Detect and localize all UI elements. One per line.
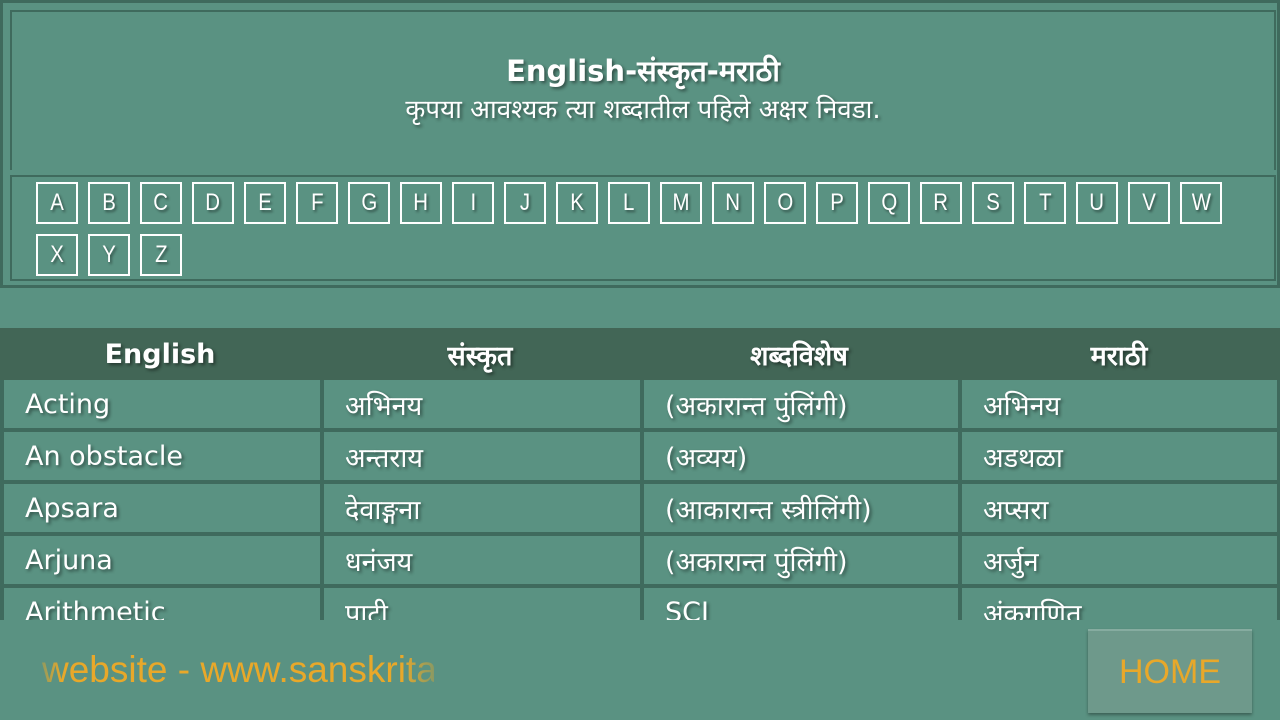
letter-label: M — [672, 189, 690, 216]
letter-button-f[interactable]: F — [296, 182, 338, 224]
cell-english: Arithmetic — [4, 588, 320, 620]
column-header-marathi: मराठी — [1090, 340, 1148, 372]
alphabet-panel: A B C D E F G H I J K L M N O P Q R S T U V W X Y Z — [0, 170, 1280, 288]
cell-marathi: अंकगणित — [962, 588, 1277, 620]
letter-button-v[interactable]: V — [1128, 182, 1170, 224]
cell-word-type: (अकारान्त पुंलिंगी) — [644, 380, 958, 428]
letter-label: S — [986, 189, 1000, 216]
letter-label: K — [570, 189, 584, 216]
letter-label: H — [413, 189, 429, 216]
table-row[interactable]: Apsara देवाङ्गना (आकारान्त स्त्रीलिंगी) अप्… — [0, 484, 1280, 536]
letter-button-l[interactable]: L — [608, 182, 650, 224]
letter-label: U — [1089, 189, 1105, 216]
cell-english: Acting — [4, 380, 320, 428]
table-header: English संस्कृत शब्दविशेष मराठी — [0, 328, 1280, 380]
cell-word-type: (अकारान्त पुंलिंगी) — [644, 536, 958, 584]
letter-button-z[interactable]: Z — [140, 234, 182, 276]
instruction-text: कृपया आवश्यक त्या शब्दातील पहिले अक्षर न… — [405, 94, 881, 125]
letter-label: O — [777, 189, 793, 216]
letter-label: P — [830, 189, 844, 216]
letter-label: I — [470, 189, 476, 216]
cell-english: An obstacle — [4, 432, 320, 480]
letter-button-b[interactable]: B — [88, 182, 130, 224]
table-row[interactable]: Acting अभिनय (अकारान्त पुंलिंगी) अभिनय — [0, 380, 1280, 432]
letter-label: F — [310, 189, 324, 216]
letter-label: E — [258, 189, 272, 216]
column-header-word-type: शब्दविशेष — [750, 340, 848, 372]
cell-word-type: (आकारान्त स्त्रीलिंगी) — [644, 484, 958, 532]
letter-label: C — [153, 189, 169, 216]
footer: website - www.sanskritabharati.in HOME — [0, 620, 1280, 720]
letter-button-n[interactable]: N — [712, 182, 754, 224]
letter-label: T — [1038, 189, 1052, 216]
letter-label: X — [50, 241, 64, 268]
website-marquee[interactable]: website - www.sanskritabharati.in — [42, 645, 434, 695]
dictionary-table: English संस्कृत शब्दविशेष मराठी Acting अभ… — [0, 328, 1280, 620]
letter-label: Y — [102, 241, 116, 268]
cell-marathi: अडथळा — [962, 432, 1277, 480]
table-body[interactable]: Acting अभिनय (अकारान्त पुंलिंगी) अभिनय An ob… — [0, 380, 1280, 620]
table-row[interactable]: Arjuna धनंजय (अकारान्त पुंलिंगी) अर्जुन — [0, 536, 1280, 588]
letter-label: B — [102, 189, 116, 216]
letter-label: R — [933, 189, 949, 216]
letter-button-y[interactable]: Y — [88, 234, 130, 276]
table-row[interactable]: Arithmetic पाटी SCI अंकगणित — [0, 588, 1280, 620]
letter-label: G — [361, 189, 377, 216]
letter-label: W — [1191, 189, 1211, 216]
letter-button-q[interactable]: Q — [868, 182, 910, 224]
letter-button-t[interactable]: T — [1024, 182, 1066, 224]
letter-label: N — [725, 189, 741, 216]
column-header-sanskrit: संस्कृत — [447, 340, 513, 372]
alphabet-inner: A B C D E F G H I J K L M N O P Q R S T U V W X Y Z — [10, 175, 1276, 281]
letter-label: V — [1142, 189, 1156, 216]
letter-button-j[interactable]: J — [504, 182, 546, 224]
letter-button-o[interactable]: O — [764, 182, 806, 224]
letter-label: L — [623, 189, 635, 216]
letter-button-g[interactable]: G — [348, 182, 390, 224]
cell-marathi: अप्सरा — [962, 484, 1277, 532]
cell-marathi: अर्जुन — [962, 536, 1277, 584]
cell-sanskrit: पाटी — [324, 588, 640, 620]
letter-label: Z — [154, 241, 168, 268]
letter-button-r[interactable]: R — [920, 182, 962, 224]
header-inner: English-संस्कृत-मराठी कृपया आवश्यक त्या … — [10, 10, 1276, 173]
letter-button-i[interactable]: I — [452, 182, 494, 224]
cell-word-type: (अव्यय) — [644, 432, 958, 480]
letter-button-w[interactable]: W — [1180, 182, 1222, 224]
column-header-english: English — [104, 338, 216, 370]
letter-button-a[interactable]: A — [36, 182, 78, 224]
letter-button-x[interactable]: X — [36, 234, 78, 276]
letter-label: Q — [881, 189, 897, 216]
letter-label: J — [519, 189, 531, 216]
cell-word-type: SCI — [644, 588, 958, 620]
cell-english: Apsara — [4, 484, 320, 532]
letter-button-d[interactable]: D — [192, 182, 234, 224]
letter-label: D — [205, 189, 221, 216]
cell-sanskrit: अभिनय — [324, 380, 640, 428]
letter-button-e[interactable]: E — [244, 182, 286, 224]
letter-button-p[interactable]: P — [816, 182, 858, 224]
alphabet-letters: A B C D E F G H I J K L M N O P Q R S T U V W X Y Z — [36, 182, 1246, 276]
letter-button-m[interactable]: M — [660, 182, 702, 224]
home-button[interactable]: HOME — [1088, 629, 1252, 713]
cell-marathi: अभिनय — [962, 380, 1277, 428]
letter-button-h[interactable]: H — [400, 182, 442, 224]
letter-button-u[interactable]: U — [1076, 182, 1118, 224]
cell-sanskrit: अन्तराय — [324, 432, 640, 480]
cell-english: Arjuna — [4, 536, 320, 584]
header-panel: English-संस्कृत-मराठी कृपया आवश्यक त्या … — [0, 0, 1280, 173]
letter-button-k[interactable]: K — [556, 182, 598, 224]
letter-button-c[interactable]: C — [140, 182, 182, 224]
cell-sanskrit: देवाङ्गना — [324, 484, 640, 532]
cell-sanskrit: धनंजय — [324, 536, 640, 584]
table-row[interactable]: An obstacle अन्तराय (अव्यय) अडथळा — [0, 432, 1280, 484]
letter-label: A — [50, 189, 64, 216]
app-title: English-संस्कृत-मराठी — [506, 53, 780, 88]
letter-button-s[interactable]: S — [972, 182, 1014, 224]
